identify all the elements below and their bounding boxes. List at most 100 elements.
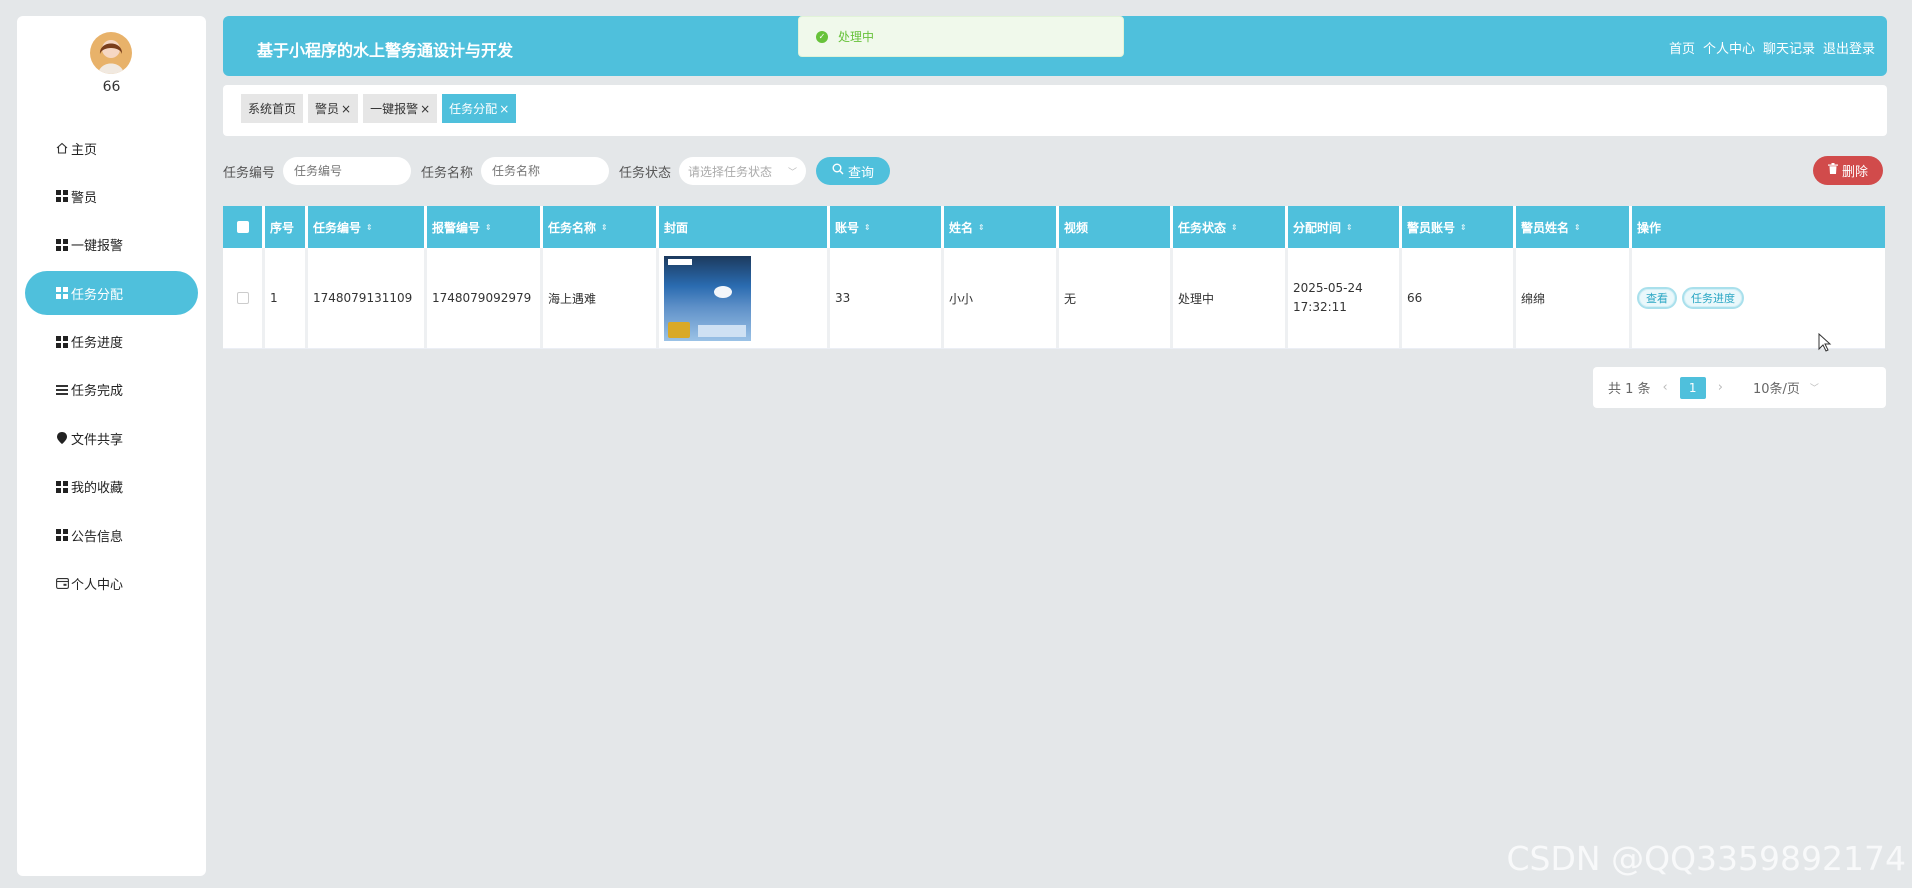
sort-icon[interactable]: ⇕ xyxy=(1231,223,1238,232)
grid-icon xyxy=(55,480,69,494)
nav-chat-link[interactable]: 聊天记录 xyxy=(1763,38,1815,57)
next-page-icon[interactable]: › xyxy=(1718,380,1723,395)
nav-home-link[interactable]: 首页 xyxy=(1669,38,1695,57)
pagination-total: 共 1 条 xyxy=(1608,382,1651,397)
toast-message: ✓ 处理中 xyxy=(798,16,1124,57)
sidebar: 66 主页 警员 一键报警 任务分配 任务进度 任务完成 文件共享 我的收藏 公… xyxy=(17,16,206,876)
task-name-label: 任务名称 xyxy=(421,165,474,181)
page-size-label: 10条/页 xyxy=(1752,382,1800,397)
row-checkbox[interactable] xyxy=(236,292,249,304)
sidebar-item-task-done[interactable]: 任务完成 xyxy=(25,368,198,412)
tab-alarm[interactable]: 一键报警 × xyxy=(363,94,438,123)
cell-actions: 查看 任务进度 xyxy=(1632,248,1885,348)
nav-profile-link[interactable]: 个人中心 xyxy=(1703,38,1755,57)
page-title: 基于小程序的水上警务通设计与开发 xyxy=(257,41,514,60)
nav-logout-link[interactable]: 退出登录 xyxy=(1823,38,1875,57)
sidebar-item-alarm[interactable]: 一键报警 xyxy=(25,223,198,267)
col-header[interactable]: 任务编号 ⇕ xyxy=(308,206,427,248)
close-icon[interactable]: × xyxy=(420,102,430,116)
sidebar-item-notices[interactable]: 公告信息 xyxy=(25,513,198,557)
sidebar-item-file-share[interactable]: 文件共享 xyxy=(25,416,198,460)
col-header: 视频 xyxy=(1059,206,1173,248)
tab-label: 警员 xyxy=(315,102,340,116)
header-nav: 首页 个人中心 聊天记录 退出登录 xyxy=(1669,38,1875,57)
sort-icon[interactable]: ⇕ xyxy=(1574,223,1581,232)
sidebar-item-favorites[interactable]: 我的收藏 xyxy=(25,465,198,509)
table-row: 1 1748079131109 1748079092979 海上遇难 33 小小… xyxy=(223,248,1885,349)
home-icon xyxy=(55,141,69,155)
close-icon[interactable]: × xyxy=(499,102,509,116)
cell-task-no: 1748079131109 xyxy=(308,248,427,348)
pin-icon xyxy=(55,431,69,445)
sidebar-item-officers[interactable]: 警员 xyxy=(25,174,198,218)
task-status-label: 任务状态 xyxy=(619,165,672,181)
page-number[interactable]: 1 xyxy=(1679,376,1706,399)
select-all-cell xyxy=(223,206,265,248)
search-form: 任务编号 任务名称 任务状态 请选择任务状态 ﹀ 查询 xyxy=(223,156,891,186)
tab-label: 系统首页 xyxy=(248,102,297,116)
avatar[interactable] xyxy=(90,32,132,74)
col-header[interactable]: 警员账号 ⇕ xyxy=(1402,206,1516,248)
sidebar-item-task-assign[interactable]: 任务分配 xyxy=(25,271,198,316)
sort-icon[interactable]: ⇕ xyxy=(1460,223,1467,232)
sort-icon[interactable]: ⇕ xyxy=(1346,223,1353,232)
task-progress-button[interactable]: 任务进度 xyxy=(1682,287,1744,309)
toast-text: 处理中 xyxy=(838,30,875,44)
col-header[interactable]: 任务状态 ⇕ xyxy=(1173,206,1288,248)
sidebar-item-home[interactable]: 主页 xyxy=(25,126,198,170)
col-header[interactable]: 姓名 ⇕ xyxy=(944,206,1059,248)
tab-officers[interactable]: 警员 × xyxy=(308,94,359,123)
col-header[interactable]: 任务名称 ⇕ xyxy=(543,206,659,248)
col-header[interactable]: 报警编号 ⇕ xyxy=(427,206,543,248)
sort-icon[interactable]: ⇕ xyxy=(485,223,492,232)
list-icon xyxy=(55,383,69,397)
cell-name: 小小 xyxy=(944,248,1059,348)
tab-task-assign[interactable]: 任务分配 × xyxy=(442,94,517,123)
close-icon[interactable]: × xyxy=(341,102,351,116)
col-header[interactable]: 账号 ⇕ xyxy=(830,206,944,248)
sidebar-item-label: 一键报警 xyxy=(71,239,124,255)
task-name-input[interactable] xyxy=(481,157,610,185)
sort-icon[interactable]: ⇕ xyxy=(601,223,608,232)
select-all-checkbox[interactable] xyxy=(236,221,249,233)
grid-icon xyxy=(55,335,69,349)
tab-system-home[interactable]: 系统首页 xyxy=(241,94,304,123)
task-status-select[interactable]: 请选择任务状态 ﹀ xyxy=(679,157,807,185)
col-header[interactable]: 警员姓名 ⇕ xyxy=(1516,206,1632,248)
tab-label: 任务分配 xyxy=(449,102,498,116)
sidebar-item-label: 公告信息 xyxy=(71,529,124,545)
view-button[interactable]: 查看 xyxy=(1637,287,1677,309)
data-table: 序号 任务编号 ⇕ 报警编号 ⇕ 任务名称 ⇕ 封面 账号 ⇕ 姓名 ⇕ 视频 任务状态 ⇕… xyxy=(223,206,1885,349)
delete-button[interactable]: 删除 xyxy=(1813,156,1883,185)
sort-icon[interactable]: ⇕ xyxy=(978,223,985,232)
col-header: 操作 xyxy=(1637,220,1662,235)
task-no-input[interactable] xyxy=(283,157,412,185)
chevron-down-icon: ﹀ xyxy=(1809,384,1819,394)
trash-icon xyxy=(1827,163,1838,178)
cell-officer-name: 绵绵 xyxy=(1516,248,1632,348)
search-icon xyxy=(832,163,844,179)
sidebar-item-label: 任务分配 xyxy=(71,287,124,303)
watermark: CSDN @QQ3359892174 xyxy=(1506,839,1906,878)
col-header: 序号 xyxy=(265,206,308,248)
cell-video: 无 xyxy=(1059,248,1173,348)
task-no-label: 任务编号 xyxy=(223,165,276,181)
card-icon xyxy=(55,577,69,591)
page-size-select[interactable]: 10条/页 ﹀ xyxy=(1753,378,1819,397)
sort-icon[interactable]: ⇕ xyxy=(864,223,871,232)
tabs-bar: 系统首页 警员 × 一键报警 × 任务分配 × xyxy=(223,85,1887,136)
sidebar-item-task-progress[interactable]: 任务进度 xyxy=(25,320,198,364)
sidebar-item-profile[interactable]: 个人中心 xyxy=(25,562,198,606)
table-header: 序号 任务编号 ⇕ 报警编号 ⇕ 任务名称 ⇕ 封面 账号 ⇕ 姓名 ⇕ 视频 任务状态 ⇕… xyxy=(223,206,1885,248)
delete-label: 删除 xyxy=(1841,165,1868,180)
grid-icon xyxy=(55,286,69,300)
sort-icon[interactable]: ⇕ xyxy=(366,223,373,232)
query-button[interactable]: 查询 xyxy=(816,157,891,185)
success-icon: ✓ xyxy=(816,30,828,43)
sidebar-item-label: 任务进度 xyxy=(71,336,124,352)
chevron-down-icon: ﹀ xyxy=(788,167,798,178)
cover-image[interactable] xyxy=(664,255,751,341)
col-header[interactable]: 分配时间 ⇕ xyxy=(1288,206,1402,248)
prev-page-icon[interactable]: ‹ xyxy=(1663,380,1668,395)
query-label: 查询 xyxy=(848,165,875,181)
